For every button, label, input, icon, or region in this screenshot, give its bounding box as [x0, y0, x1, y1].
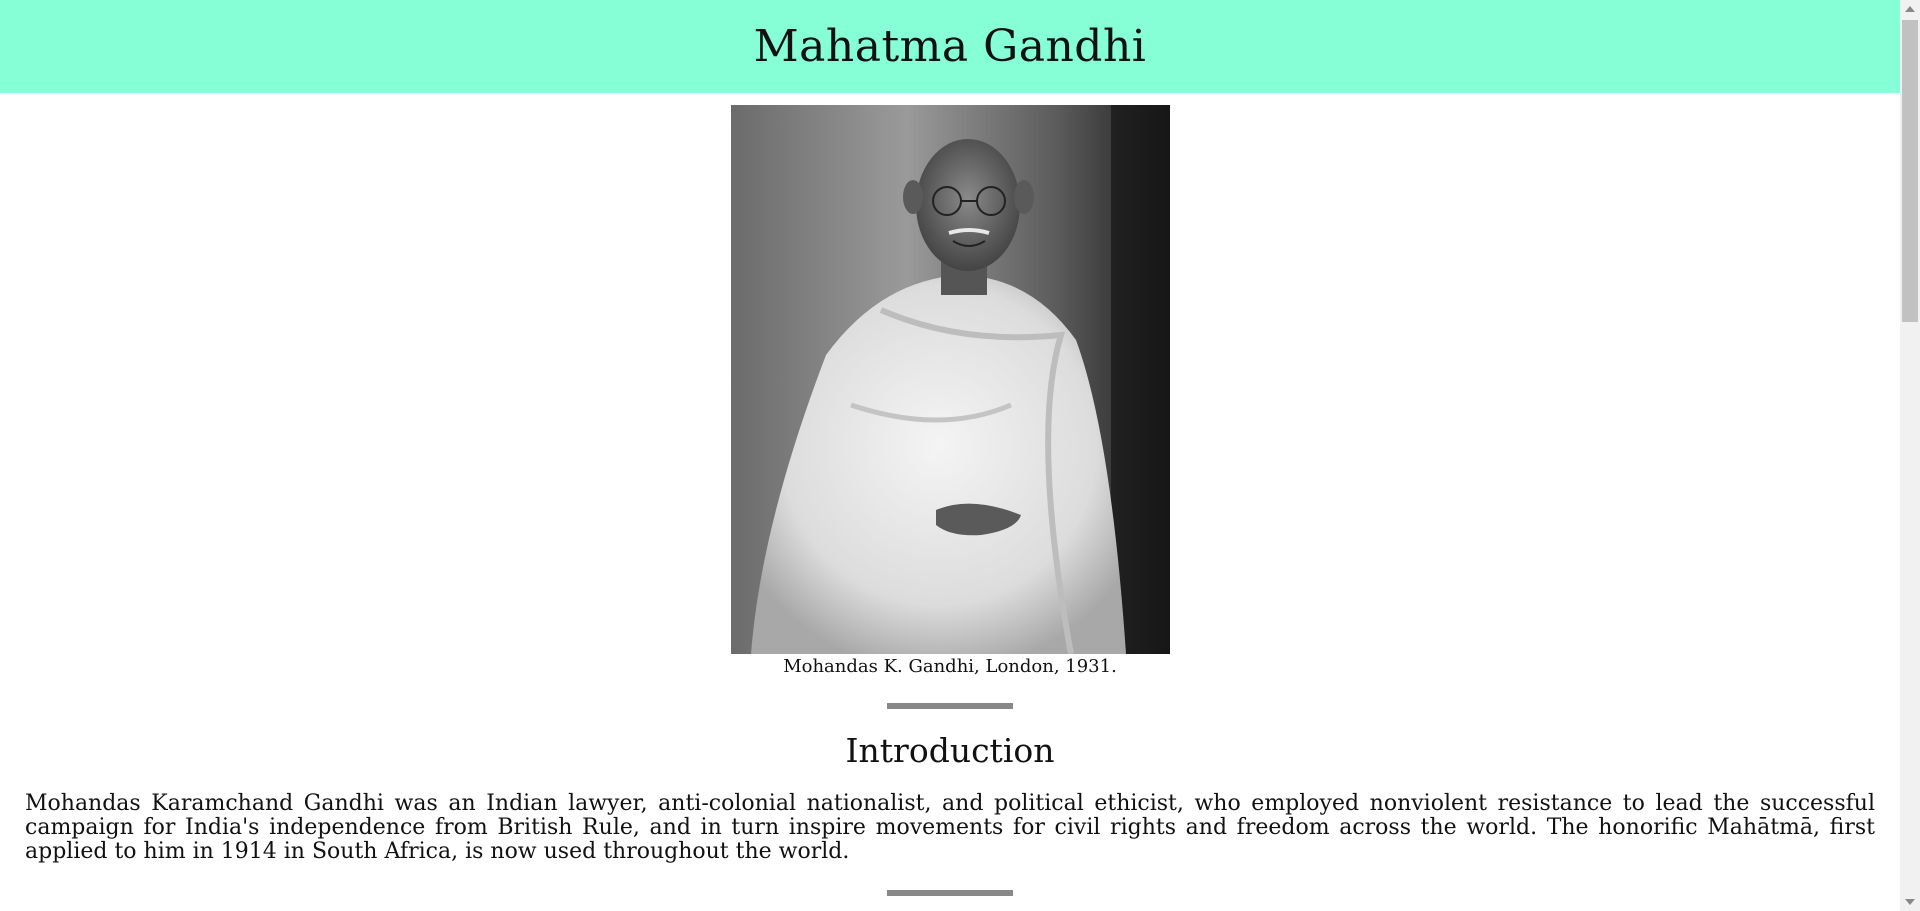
scroll-down-arrow-icon[interactable] — [1905, 899, 1915, 905]
main-content: Mahatma Gandhi Mohandas K. Gandhi, Londo… — [0, 0, 1900, 911]
scroll-up-arrow-icon[interactable] — [1905, 6, 1915, 12]
section-divider — [887, 703, 1013, 709]
gandhi-portrait-image — [730, 105, 1170, 654]
portrait-figure: Mohandas K. Gandhi, London, 1931. — [730, 105, 1170, 677]
introduction-text: Mohandas Karamchand Gandhi was an Indian… — [25, 791, 1875, 864]
introduction-heading: Introduction — [845, 731, 1055, 770]
page-header: Mahatma Gandhi — [0, 0, 1900, 93]
page: Mahatma Gandhi Mohandas K. Gandhi, Londo… — [0, 0, 1920, 911]
vertical-scrollbar[interactable] — [1900, 0, 1920, 911]
section-divider-bottom — [887, 890, 1013, 896]
image-caption: Mohandas K. Gandhi, London, 1931. — [783, 656, 1117, 677]
page-title: Mahatma Gandhi — [753, 21, 1147, 72]
scrollbar-thumb[interactable] — [1902, 20, 1918, 322]
